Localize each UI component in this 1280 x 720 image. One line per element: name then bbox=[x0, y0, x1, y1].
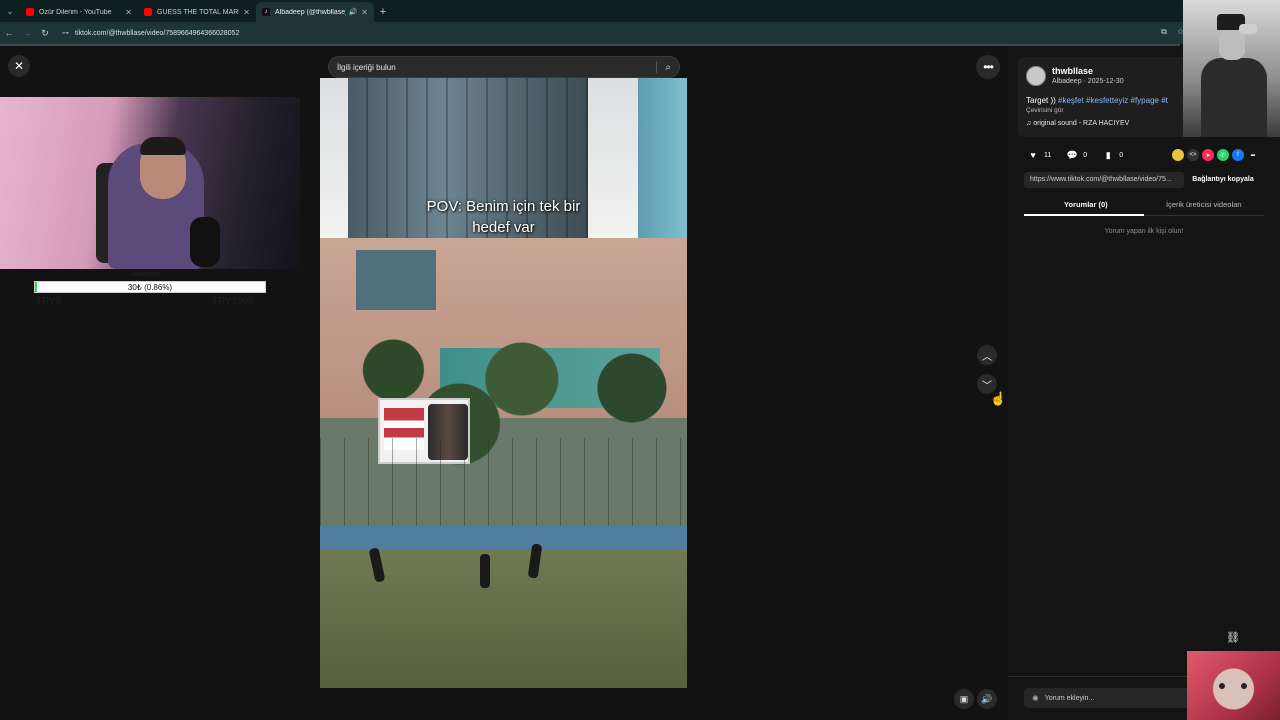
bookmark-icon[interactable]: ▮ bbox=[1101, 148, 1115, 162]
address-bar: ← → ↻ ⊶ tiktok.com/@thwbllase/video/7589… bbox=[0, 22, 1280, 44]
hashtag-links[interactable]: #keşfet #kesfetteyiz #fypage #t bbox=[1058, 96, 1168, 105]
search-placeholder: İlgili içeriği bulun bbox=[337, 62, 396, 72]
goal-label: Subathon bbox=[130, 271, 160, 278]
cat-overlay-image bbox=[1187, 651, 1280, 720]
football-player bbox=[480, 554, 490, 588]
goal-max: TRY3500 bbox=[212, 296, 254, 307]
volume-icon: 🔊 bbox=[981, 693, 993, 704]
back-arrow-icon[interactable]: ← bbox=[0, 28, 18, 38]
caption-line: POV: Benim için tek bir bbox=[426, 198, 581, 215]
install-app-icon[interactable]: ⧉ bbox=[1161, 27, 1167, 37]
post-description: Target )) #keşfet #kesfetteyiz #fypage #… bbox=[1026, 96, 1186, 105]
coin-share-icon[interactable] bbox=[1172, 149, 1184, 161]
description-text: Target )) bbox=[1026, 96, 1056, 105]
embed-code-icon[interactable]: <> bbox=[1187, 149, 1199, 161]
video-fence bbox=[320, 438, 687, 528]
facebook-icon[interactable]: f bbox=[1232, 149, 1244, 161]
new-tab-button[interactable]: + bbox=[374, 2, 392, 22]
close-tab-icon[interactable]: ✕ bbox=[125, 8, 132, 17]
pip-icon: ▣ bbox=[959, 693, 969, 704]
tab-comments[interactable]: Yorumlar (0) bbox=[1064, 200, 1108, 209]
tab-creator-videos[interactable]: İçerik üreticisi videoları bbox=[1166, 200, 1242, 209]
tab-title: Albadeep (@thwbllase) | Ti... bbox=[275, 8, 346, 16]
copy-link-button[interactable]: Bağlantıyı kopyala bbox=[1186, 172, 1260, 188]
sound-link[interactable]: ♫ original sound - RZA HACIYEV bbox=[1026, 120, 1129, 127]
no-comments-message: Yorum yapan ilk kişi olun! bbox=[1104, 228, 1184, 235]
share-arrow-icon[interactable]: ➦ bbox=[1247, 149, 1259, 161]
ellipsis-icon: ••• bbox=[983, 60, 994, 74]
close-tab-icon[interactable]: ✕ bbox=[243, 8, 250, 17]
comment-placeholder: Yorum ekleyin... bbox=[1044, 694, 1095, 702]
picture-in-picture-button[interactable]: ▣ bbox=[954, 689, 974, 709]
photo-hand bbox=[1239, 24, 1257, 34]
close-icon: ✕ bbox=[13, 59, 25, 73]
chevron-down-icon: ﹀ bbox=[982, 380, 992, 392]
close-video-button[interactable]: ✕ bbox=[8, 55, 30, 77]
send-to-friends-icon[interactable]: ➤ bbox=[1202, 149, 1214, 161]
speaker-icon[interactable]: 🔊 bbox=[349, 8, 358, 16]
tab-title: Özür Dilerim - YouTube bbox=[39, 8, 112, 16]
tab-list-chevron-icon[interactable]: ⌄ bbox=[0, 0, 20, 22]
youtube-favicon-icon bbox=[26, 8, 34, 16]
comment-bubble-icon[interactable]: 💬 bbox=[1065, 148, 1079, 162]
webcam-microphone bbox=[190, 217, 220, 267]
browser-tab-tiktok[interactable]: ♪ Albadeep (@thwbllase) | Ti... 🔊 ✕ bbox=[256, 2, 374, 22]
more-options-button[interactable]: ••• bbox=[976, 55, 1000, 79]
video-track bbox=[320, 526, 687, 550]
previous-video-button[interactable]: ︿ bbox=[977, 345, 997, 365]
related-search-input[interactable]: İlgili içeriği bulun ⌕ bbox=[328, 56, 680, 78]
photo-coat bbox=[1201, 58, 1267, 137]
video-caption: POV: Benim için tek bir hedef var bbox=[320, 196, 687, 238]
comment-count: 0 bbox=[1083, 151, 1088, 159]
browser-tab-bar: ⌄ Özür Dilerim - YouTube ✕ GUESS THE TOT… bbox=[0, 0, 1280, 22]
browser-tab-youtube[interactable]: Özür Dilerim - YouTube ✕ bbox=[20, 2, 138, 22]
sound-title: original sound - RZA HACIYEV bbox=[1033, 120, 1130, 127]
search-divider bbox=[656, 61, 658, 73]
url-text: tiktok.com/@thwbllase/video/758966496436… bbox=[75, 29, 240, 37]
author-username[interactable]: thwbllase bbox=[1052, 66, 1093, 76]
link-chain-icon: ⛓ bbox=[1226, 632, 1240, 644]
mouse-cursor-icon: ☝ bbox=[990, 391, 1007, 406]
donation-goal-bar: 30₺ (0.86%) bbox=[34, 281, 266, 293]
goal-min: TRY0 bbox=[36, 296, 62, 307]
webcam-overlay bbox=[0, 97, 300, 269]
see-translation-link[interactable]: Çevirisini gör bbox=[1026, 107, 1064, 114]
photo-overlay bbox=[1183, 0, 1280, 137]
chevron-up-icon: ︿ bbox=[982, 351, 992, 363]
post-actions: ♥ 11 💬 0 ▮ 0 bbox=[1026, 148, 1133, 162]
forward-arrow-icon[interactable]: → bbox=[18, 28, 36, 38]
photo-face bbox=[1219, 30, 1245, 60]
site-info-icon[interactable]: ⊶ bbox=[62, 29, 69, 37]
webcam-hair bbox=[140, 137, 186, 155]
share-row: <> ➤ ✆ f ➦ bbox=[1172, 149, 1259, 161]
like-count: 11 bbox=[1044, 151, 1052, 159]
browser-tab-guess[interactable]: GUESS THE TOTAL MARKET VA... ✕ bbox=[138, 2, 256, 22]
like-heart-icon[interactable]: ♥ bbox=[1026, 148, 1040, 162]
reload-icon[interactable]: ↻ bbox=[36, 28, 54, 39]
cat-eye bbox=[1219, 683, 1225, 689]
emoji-icon[interactable]: ✺ bbox=[1032, 694, 1039, 703]
cat-eye bbox=[1241, 683, 1247, 689]
url-field[interactable]: ⊶ tiktok.com/@thwbllase/video/7589664964… bbox=[62, 25, 1162, 41]
close-tab-icon[interactable]: ✕ bbox=[361, 8, 368, 17]
video-player[interactable]: POV: Benim için tek bir hedef var bbox=[320, 78, 687, 688]
tab-title: GUESS THE TOTAL MARKET VA... bbox=[157, 8, 239, 16]
video-link-field[interactable]: https://www.tiktok.com/@thwbllase/video/… bbox=[1024, 172, 1184, 188]
volume-button[interactable]: 🔊 bbox=[977, 689, 997, 709]
caption-line: hedef var bbox=[472, 219, 535, 236]
search-icon[interactable]: ⌕ bbox=[665, 62, 671, 73]
save-count: 0 bbox=[1119, 151, 1124, 159]
add-comment-input[interactable]: ✺ Yorum ekleyin... bbox=[1024, 688, 1194, 708]
author-nickname-date: Albadeep · 2025-12-30 bbox=[1052, 78, 1124, 85]
comment-tabs: Yorumlar (0) İçerik üreticisi videoları bbox=[1024, 196, 1264, 216]
whatsapp-icon[interactable]: ✆ bbox=[1217, 149, 1229, 161]
address-bar-actions: ⧉ ☆ bbox=[1161, 27, 1184, 37]
youtube-favicon-icon bbox=[144, 8, 152, 16]
donation-goal-text: 30₺ (0.86%) bbox=[127, 283, 173, 292]
author-avatar[interactable] bbox=[1026, 66, 1046, 86]
tiktok-favicon-icon: ♪ bbox=[262, 8, 270, 16]
active-tab-underline bbox=[1024, 214, 1144, 216]
